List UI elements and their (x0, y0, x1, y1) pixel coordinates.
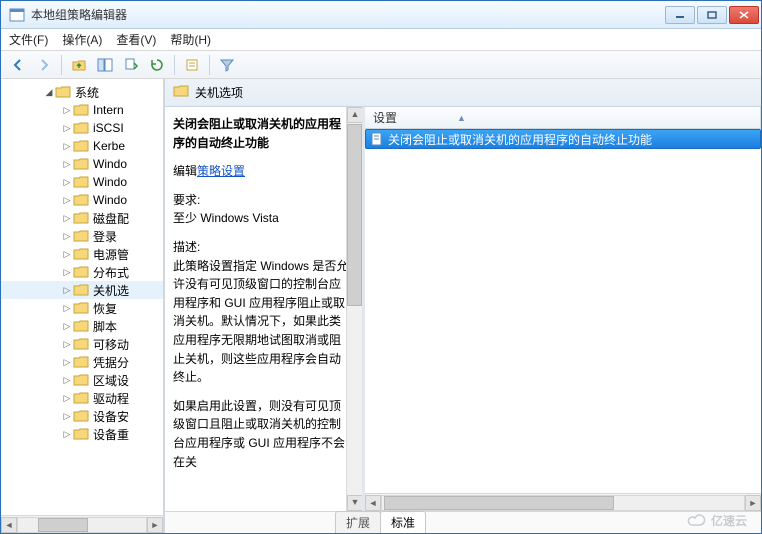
list-body[interactable]: 关闭会阻止或取消关机的应用程序的自动终止功能 (365, 129, 761, 493)
description-scrollbar[interactable]: ▲ ▼ (346, 107, 362, 511)
folder-icon (173, 84, 189, 101)
tree-item[interactable]: ▷iSCSI (1, 119, 163, 137)
tree-item[interactable]: ▷脚本 (1, 317, 163, 335)
content-header: 关机选项 (165, 79, 761, 107)
list-horizontal-scrollbar[interactable]: ◄ ► (365, 493, 761, 511)
edit-policy-link[interactable]: 策略设置 (197, 164, 245, 178)
description-label: 描述: (173, 238, 352, 257)
toolbar-separator (209, 55, 210, 75)
tree-item[interactable]: ▷驱动程 (1, 389, 163, 407)
tree-item[interactable]: ▷Intern (1, 101, 163, 119)
scroll-thumb[interactable] (38, 518, 88, 532)
requirements-value: 至少 Windows Vista (173, 209, 352, 228)
properties-button[interactable] (181, 54, 203, 76)
toolbar (1, 51, 761, 79)
minimize-button[interactable] (665, 6, 695, 24)
list-row[interactable]: 关闭会阻止或取消关机的应用程序的自动终止功能 (365, 129, 761, 149)
menu-action[interactable]: 操作(A) (62, 31, 102, 48)
menu-view[interactable]: 查看(V) (116, 31, 156, 48)
tree[interactable]: ◢系统▷Intern▷iSCSI▷Kerbe▷Windo▷Windo▷Windo… (1, 79, 163, 515)
content-title: 关机选项 (195, 84, 243, 101)
tabs: 扩展 标准 亿速云 (165, 511, 761, 533)
show-hide-tree-button[interactable] (94, 54, 116, 76)
scroll-right-button[interactable]: ► (147, 517, 163, 533)
scroll-up-button[interactable]: ▲ (347, 107, 363, 123)
column-settings[interactable]: 设置 (373, 109, 397, 126)
tab-extended[interactable]: 扩展 (335, 511, 381, 533)
scroll-left-button[interactable]: ◄ (365, 495, 381, 511)
up-folder-button[interactable] (68, 54, 90, 76)
export-button[interactable] (120, 54, 142, 76)
scroll-thumb[interactable] (347, 124, 362, 306)
description-text-2: 如果启用此设置，则没有可见顶级窗口且阻止或取消关机的控制台应用程序或 GUI 应… (173, 397, 352, 471)
scroll-left-button[interactable]: ◄ (1, 517, 17, 533)
app-icon (9, 7, 25, 23)
tree-item[interactable]: ▷区域设 (1, 371, 163, 389)
tree-item[interactable]: ▷Windo (1, 191, 163, 209)
scroll-down-button[interactable]: ▼ (347, 495, 363, 511)
list-header[interactable]: 设置 ▲ (365, 107, 761, 129)
maximize-button[interactable] (697, 6, 727, 24)
tree-item[interactable]: ▷Windo (1, 173, 163, 191)
menu-file[interactable]: 文件(F) (9, 31, 48, 48)
list-pane: 设置 ▲ 关闭会阻止或取消关机的应用程序的自动终止功能 ◄ ► (365, 107, 761, 511)
close-button[interactable] (729, 6, 759, 24)
tree-item[interactable]: ▷设备重 (1, 425, 163, 443)
tree-item[interactable]: ▷电源管 (1, 245, 163, 263)
scroll-right-button[interactable]: ► (745, 495, 761, 511)
title-bar: 本地组策略编辑器 (1, 1, 761, 29)
tree-item[interactable]: ▷Kerbe (1, 137, 163, 155)
window-title: 本地组策略编辑器 (31, 6, 665, 23)
tree-item[interactable]: ▷分布式 (1, 263, 163, 281)
tree-item[interactable]: ▷磁盘配 (1, 209, 163, 227)
tree-horizontal-scrollbar[interactable]: ◄ ► (1, 515, 163, 533)
tree-item[interactable]: ▷恢复 (1, 299, 163, 317)
requirements-label: 要求: (173, 191, 352, 210)
menu-bar: 文件(F) 操作(A) 查看(V) 帮助(H) (1, 29, 761, 51)
filter-button[interactable] (216, 54, 238, 76)
toolbar-separator (61, 55, 62, 75)
sort-indicator-icon: ▲ (457, 113, 466, 123)
tree-root[interactable]: ◢系统 (1, 83, 163, 101)
policy-title: 关闭会阻止或取消关机的应用程序的自动终止功能 (173, 115, 352, 152)
tree-pane: ◢系统▷Intern▷iSCSI▷Kerbe▷Windo▷Windo▷Windo… (1, 79, 165, 533)
description-text-1: 此策略设置指定 Windows 是否允许没有可见顶级窗口的控制台应用程序和 GU… (173, 257, 352, 387)
description-pane: 关闭会阻止或取消关机的应用程序的自动终止功能 编辑策略设置 要求: 至少 Win… (165, 107, 365, 511)
policy-icon (370, 132, 384, 146)
forward-button[interactable] (33, 54, 55, 76)
tab-standard[interactable]: 标准 (380, 511, 426, 533)
watermark: 亿速云 (687, 512, 747, 529)
tree-item[interactable]: ▷可移动 (1, 335, 163, 353)
refresh-button[interactable] (146, 54, 168, 76)
scroll-thumb[interactable] (384, 496, 614, 510)
menu-help[interactable]: 帮助(H) (170, 31, 211, 48)
toolbar-separator (174, 55, 175, 75)
tree-item[interactable]: ▷设备安 (1, 407, 163, 425)
tree-item[interactable]: ▷登录 (1, 227, 163, 245)
edit-label: 编辑 (173, 164, 197, 178)
tree-item[interactable]: ▷关机选 (1, 281, 163, 299)
back-button[interactable] (7, 54, 29, 76)
tree-item[interactable]: ▷凭据分 (1, 353, 163, 371)
tree-item[interactable]: ▷Windo (1, 155, 163, 173)
